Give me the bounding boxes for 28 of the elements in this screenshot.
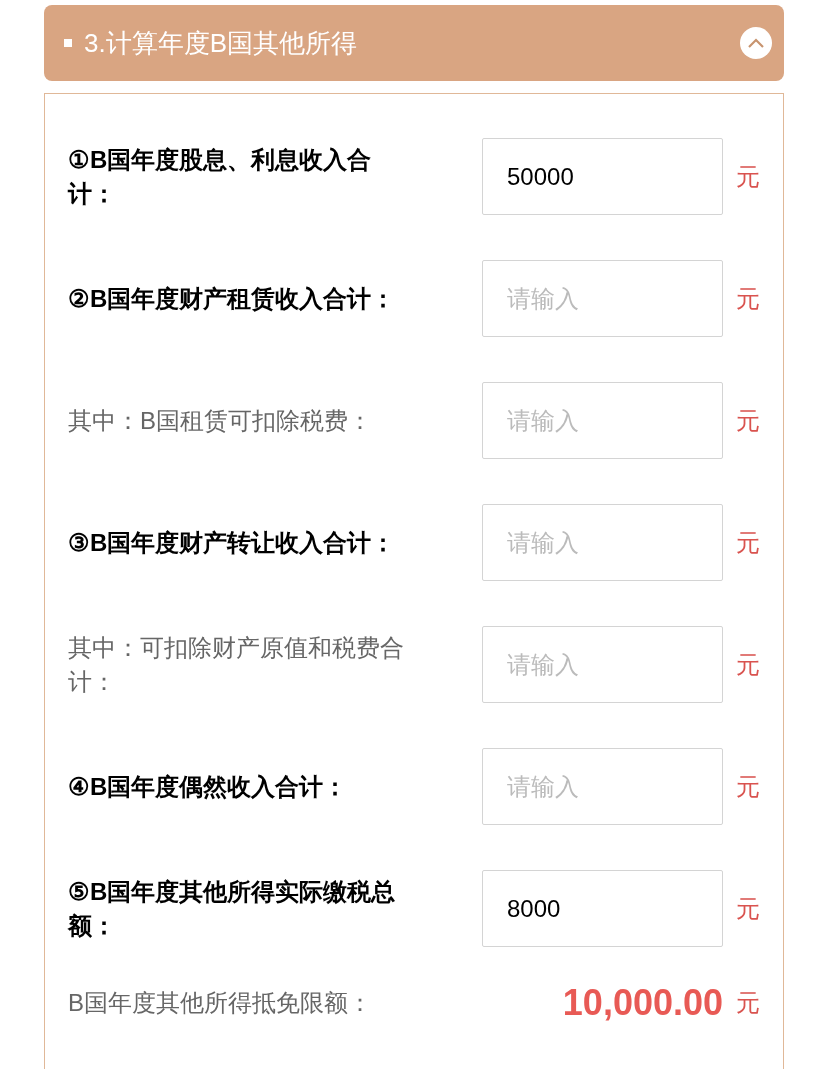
field-label: ⑤B国年度其他所得实际缴税总额： <box>68 876 397 941</box>
input-field[interactable]: 请输入 <box>482 260 723 337</box>
unit-label: 元 <box>736 405 760 436</box>
input-field[interactable]: 请输入 <box>482 748 723 825</box>
field-label: ④B国年度偶然收入合计： <box>68 771 349 802</box>
input-field[interactable]: 请输入 <box>482 504 723 581</box>
field-label: 其中：可扣除财产原值和税费合计： <box>68 632 405 697</box>
unit-label: 元 <box>736 988 760 1018</box>
unit-label: 元 <box>736 527 760 558</box>
unit-label: 元 <box>736 893 760 924</box>
field-label: 其中：B国租赁可扣除税费： <box>68 405 373 436</box>
field-label: ②B国年度财产租赁收入合计： <box>68 283 397 314</box>
unit-label: 元 <box>736 161 760 192</box>
input-field[interactable]: 8000 <box>482 870 723 947</box>
input-field[interactable]: 50000 <box>482 138 723 215</box>
chevron-up-icon <box>747 37 765 49</box>
result-value: 10,000.00 <box>561 981 723 1025</box>
unit-label: 元 <box>736 649 760 680</box>
field-label: ③B国年度财产转让收入合计： <box>68 527 397 558</box>
bullet-icon <box>64 39 72 47</box>
section-title: 3.计算年度B国其他所得 <box>84 26 359 60</box>
collapse-button[interactable] <box>740 27 772 59</box>
input-field[interactable]: 请输入 <box>482 626 723 703</box>
unit-label: 元 <box>736 771 760 802</box>
unit-label: 元 <box>736 283 760 314</box>
result-label: B国年度其他所得抵免限额： <box>68 988 373 1018</box>
input-field[interactable]: 请输入 <box>482 382 723 459</box>
field-label: ①B国年度股息、利息收入合计： <box>68 144 373 209</box>
